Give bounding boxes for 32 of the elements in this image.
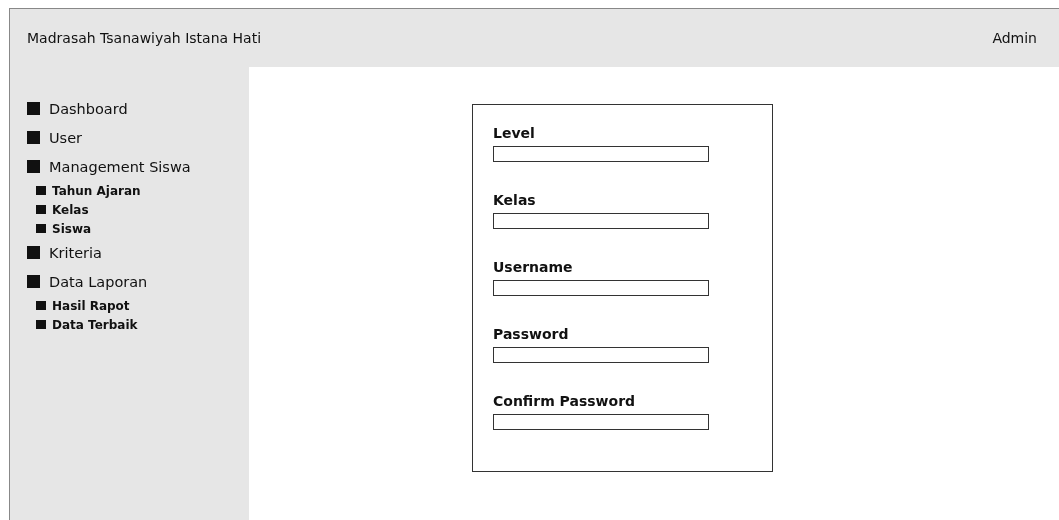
input-field[interactable] [493, 414, 709, 430]
sidebar-item[interactable]: Dashboard [27, 94, 249, 123]
sidebar-subitem[interactable]: Tahun Ajaran [36, 181, 249, 200]
sidebar-item[interactable]: Kriteria [27, 238, 249, 267]
sidebar-subitem[interactable]: Kelas [36, 200, 249, 219]
field-label: Kelas [493, 192, 537, 208]
square-icon [36, 186, 46, 195]
square-icon [27, 275, 40, 288]
field-label: Confirm Password [493, 393, 637, 409]
sidebar-subitem[interactable]: Siswa [36, 219, 249, 238]
square-icon [36, 205, 46, 214]
input-field[interactable] [493, 146, 709, 162]
input-field[interactable] [493, 347, 709, 363]
square-icon [36, 224, 46, 233]
user-name: Admin [992, 30, 1037, 46]
sidebar-item[interactable]: Data Laporan [27, 267, 249, 296]
sidebar-subitem[interactable]: Hasil Rapot [36, 296, 249, 315]
sidebar-item[interactable]: Management Siswa [27, 152, 249, 181]
field-label: Username [493, 259, 574, 275]
input-field[interactable] [493, 280, 709, 296]
sidebar-item[interactable]: User [27, 123, 249, 152]
square-icon [27, 131, 40, 144]
square-icon [36, 301, 46, 310]
square-icon [36, 320, 46, 329]
field-label: Level [493, 125, 536, 141]
input-field[interactable] [493, 213, 709, 229]
square-icon [27, 102, 40, 115]
field-label: Password [493, 326, 570, 342]
square-icon [27, 246, 40, 259]
sidebar-subitem[interactable]: Data Terbaik [36, 315, 249, 334]
square-icon [27, 160, 40, 173]
app-title: Madrasah Tsanawiyah Istana Hati [27, 30, 262, 46]
